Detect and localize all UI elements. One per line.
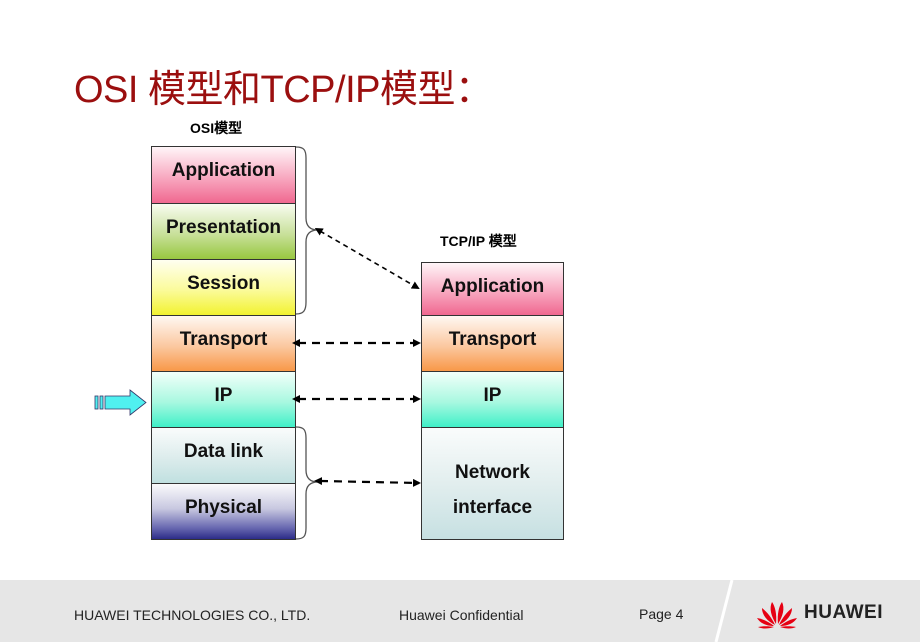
huawei-logo-text: HUAWEI	[804, 602, 883, 623]
huawei-flower-icon	[757, 602, 797, 629]
